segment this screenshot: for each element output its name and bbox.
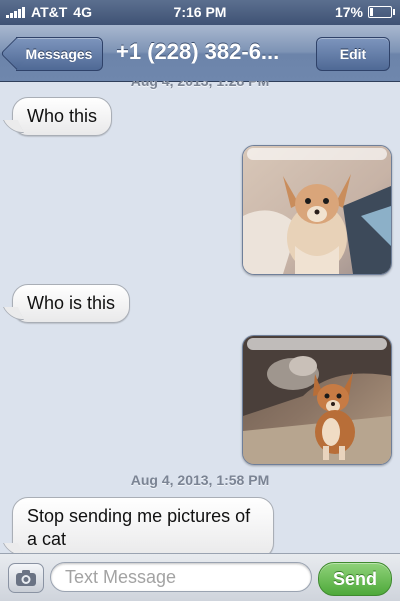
message-text-field[interactable] [50,562,312,592]
bubble-gloss [247,148,387,160]
message-input-bar: Send [0,553,400,601]
messages-back-button[interactable]: Messages [16,37,103,71]
received-message-bubble[interactable]: Stop sending me pictures of a cat [12,497,274,553]
status-right: 17% [334,4,395,20]
received-message-bubble[interactable]: Who is this [12,284,131,323]
battery-fill [370,8,373,16]
timestamp: Aug 4, 2013, 1:58 PM [130,472,270,488]
sent-photo-bubble[interactable] [242,145,392,275]
back-button-label: Messages [25,46,93,62]
camera-icon [16,570,36,586]
edit-button[interactable]: Edit [316,37,390,71]
navigation-bar: Messages +1 (228) 382-6... Edit [0,25,400,82]
sent-photo-bubble[interactable] [242,335,392,465]
send-button[interactable]: Send [318,562,392,596]
battery-percent: 17% [334,4,363,20]
dog-photo-image [243,336,391,464]
bubble-gloss [247,338,387,350]
dog-photo-image [243,146,391,274]
received-message-bubble[interactable]: Who this [12,97,113,136]
battery-icon [368,6,395,18]
conversation-view[interactable]: Aug 4, 2013, 1:28 PM Who this Who is thi… [0,81,400,553]
camera-button[interactable] [8,563,44,593]
contact-title: +1 (228) 382-6... [116,39,280,64]
timestamp: Aug 4, 2013, 1:28 PM [130,81,270,89]
status-bar: AT&T 4G 7:16 PM 17% [0,0,400,25]
